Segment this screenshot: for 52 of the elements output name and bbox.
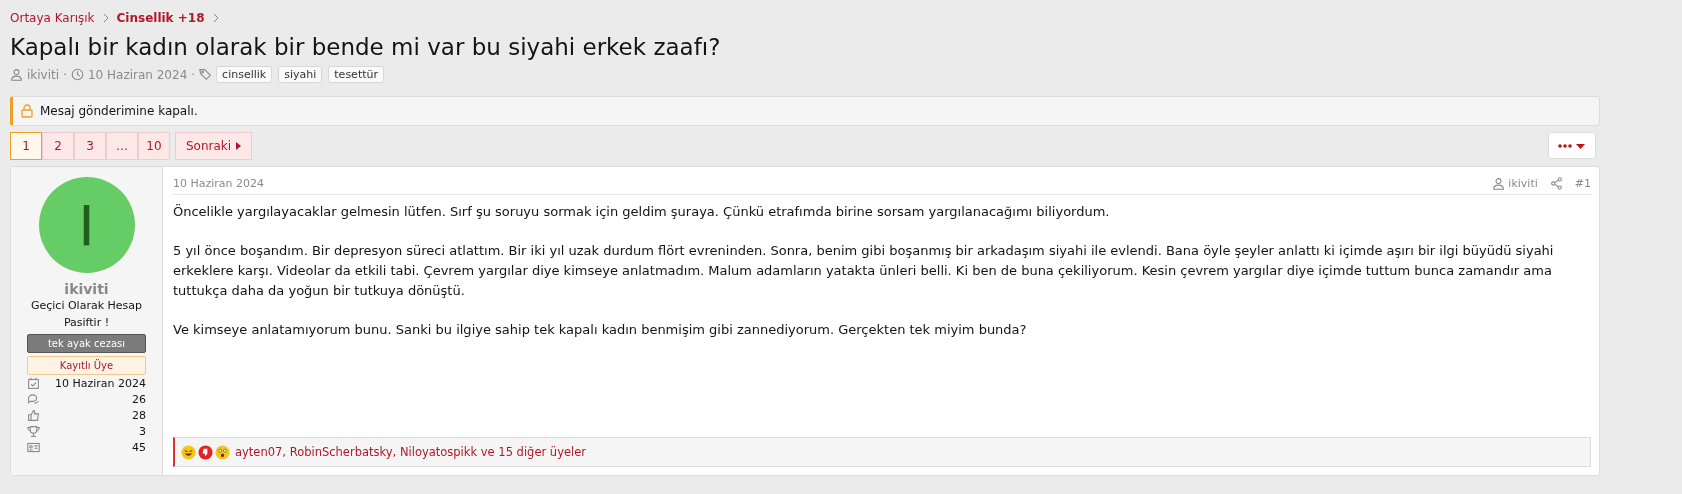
page-link[interactable]: 2 [42,132,74,160]
post-number[interactable]: #1 [1574,177,1591,190]
user-icon [1492,177,1506,190]
user-title: Geçici Olarak Hesap Pasiftir ! [29,298,144,331]
breadcrumb-link[interactable]: Ortaya Karışık [10,11,95,25]
user-banner: Kayıtlı Üye [27,356,146,375]
tag-icon [199,68,213,81]
thumbs-up-icon [27,408,40,422]
chevron-icon [211,13,220,23]
page-link[interactable]: 3 [74,132,106,160]
username[interactable]: ikiviti [64,281,109,297]
lock-icon [21,104,33,118]
separator: · [63,67,67,82]
stat-value: 28 [132,408,146,422]
post-paragraph: Ve kimseye anlatamıyorum bunu. Sanki bu ilgiye sahip tek kapalı kadın benmişim gibi zannediyorum. Gerçekten tek miyim bunda? [173,321,1028,339]
tag[interactable]: siyahi [278,66,323,83]
breadcrumb-link[interactable]: Cinsellik +18 [116,11,205,25]
more-menu-button[interactable] [1548,132,1596,159]
page-link[interactable]: 1 [10,132,42,160]
laughing-emoji-icon [181,444,196,460]
chat-icon [27,392,40,406]
separator: · [191,67,196,82]
tag[interactable]: cinsellik [216,66,273,83]
share-icon [1549,177,1563,190]
thread-date: 10 Haziran 2024 [87,67,188,82]
trophy-icon [27,424,40,438]
thread-title: Kapalı bir kadın olarak bir bende mi var bu siyahi erkek zaafı? [10,34,722,60]
notice-text: Mesaj gönderimine kapalı. [40,104,198,118]
more-icon [1557,141,1587,150]
tag[interactable]: tesettür [328,66,384,83]
surprised-emoji-icon [215,444,230,460]
post-date: 10 Haziran 2024 [173,177,265,190]
user-icon [10,68,23,81]
post-paragraph: Öncelikle yargılayacaklar gelmesin lütfen. Sırf şu soruyu sormak için geldim şuraya. Çünkü etrafımda birine sorsam yargılanacağımı biliyordum. [173,203,1111,221]
reactions-link[interactable]: ayten07, RobinScherbatsky, Niloyatospikk ve 15 diğer üyeler [235,445,587,459]
stat-value: 10 Haziran 2024 [54,376,146,390]
chevron-icon [101,13,110,23]
stat-value: 45 [132,440,146,454]
stat-value: 3 [139,424,146,438]
user-banner: tek ayak cezası [27,334,146,353]
page-link[interactable]: … [106,132,138,160]
post-author[interactable]: ikiviti [1508,177,1538,190]
caret-icon [236,142,242,150]
post-paragraph: 5 yıl önce boşandım. Bir depresyon süreci atlattım. Bir iki yıl uzak durdum flört evreninden. Sonra, benim gibi boşanmış bir arkadaşım siyahi ile evlendi. Bana öyle şeyler anlattı ki içimde aşırı bir ilgi büyüdü siyahi erkeklere karşı. Videolar da etkili tabi. Çevrem yargılar diye kimseye anlatmadım. Malum adamların yatakta ünleri belli. Ki ben de buna çekiliyorum. Kesin çevrem yargılar diye içimde tuttum bunca zamandır ama tuttukça daha da yoğun bir tutkuya dönüştü. [173,242,1555,300]
next-page-button[interactable]: Sonraki [175,132,253,160]
clock-icon [70,68,84,81]
thumbs-down-emoji-icon [198,444,213,460]
id-card-icon [27,440,40,454]
calendar-icon [27,376,40,390]
page-link[interactable]: 10 [138,132,170,160]
avatar[interactable]: I [38,177,135,273]
stat-value: 26 [132,392,146,406]
